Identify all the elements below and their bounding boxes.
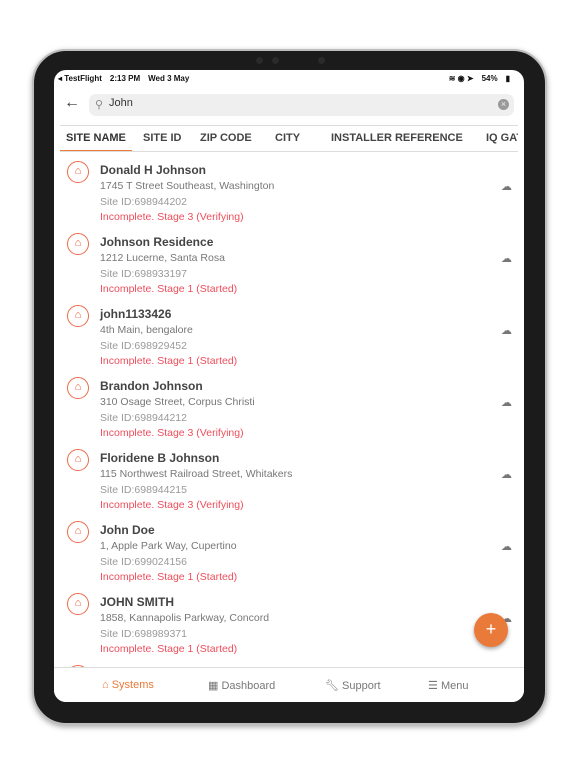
site-status: Incomplete. Stage 1 (Started) <box>100 283 238 295</box>
site-list-item[interactable]: ⌂ Floridene B Johnson 115 Northwest Rail… <box>54 442 524 514</box>
home-icon: ⌂ <box>67 377 89 399</box>
site-address: 115 Northwest Railroad Street, Whitakers <box>100 468 293 480</box>
tab-city[interactable]: CITY <box>275 132 300 144</box>
status-bar: ◂ TestFlight 2:13 PM Wed 3 May ≋ ◉ ➤ 54% ▮ <box>58 74 518 83</box>
cloud-alert-icon[interactable]: ☁ <box>501 396 512 409</box>
site-name: Brandon Johnson <box>100 379 203 393</box>
search-input[interactable] <box>109 97 489 109</box>
site-id: Site ID:698944215 <box>100 484 187 496</box>
site-id: Site ID:698929452 <box>100 340 187 352</box>
home-icon: ⌂ <box>67 233 89 255</box>
battery-level: 54% <box>481 74 498 83</box>
time: 2:13 PM <box>109 74 141 83</box>
site-address: 4th Main, bengalore <box>100 324 193 336</box>
nav-label: Menu <box>440 680 469 692</box>
cloud-alert-icon[interactable]: ☁ <box>501 252 512 265</box>
site-list-item[interactable]: ⌂ JOHN SMITH 1858, Kannapolis Parkway, C… <box>54 586 524 658</box>
bottom-nav: ⌂ Systems ▦ Dashboard 🔧︎ Support ☰ Menu <box>54 667 524 702</box>
carrier: ◂ TestFlight <box>58 74 102 83</box>
date: Wed 3 May <box>148 74 190 83</box>
site-address: 1212 Lucerne, Santa Rosa <box>100 252 225 264</box>
site-name: Johnson Residence <box>100 235 214 249</box>
back-arrow-icon[interactable]: ← <box>64 94 80 112</box>
nav-label: Systems <box>111 679 154 691</box>
site-status: Incomplete. Stage 3 (Verifying) <box>100 211 244 223</box>
cloud-alert-icon[interactable]: ☁ <box>501 180 512 193</box>
home-icon: ⌂ <box>67 449 89 471</box>
search-icon: ⚲ <box>95 99 104 111</box>
home-icon: ⌂ <box>67 593 89 615</box>
site-address: 1858, Kannapolis Parkway, Concord <box>100 612 270 624</box>
wrench-icon: 🔧︎ <box>325 680 339 692</box>
battery-icon: ▮ <box>505 74 510 83</box>
site-status: Incomplete. Stage 1 (Started) <box>100 571 238 583</box>
camera <box>272 57 279 64</box>
site-status: Incomplete. Stage 3 (Verifying) <box>100 499 244 511</box>
tab-installer-reference[interactable]: INSTALLER REFERENCE <box>331 132 463 144</box>
nav-dashboard[interactable]: ▦ Dashboard <box>208 679 275 692</box>
site-status: Incomplete. Stage 1 (Started) <box>100 355 238 367</box>
search-bar: ← ⚲ × <box>54 92 524 118</box>
camera <box>256 57 263 64</box>
site-list-item[interactable]: ⌂ Brandon Johnson 310 Osage Street, Corp… <box>54 370 524 442</box>
site-id: Site ID:698933197 <box>100 268 187 280</box>
site-name: john1133426 <box>100 307 172 321</box>
screen: ◂ TestFlight 2:13 PM Wed 3 May ≋ ◉ ➤ 54% ▮ ←… <box>54 70 524 702</box>
site-list-item[interactable]: ⌂ John Doe 1, Apple Park Way, Cupertino … <box>54 514 524 586</box>
tab-site-name[interactable]: SITE NAME <box>66 132 126 144</box>
tab-iq-gateway[interactable]: IQ GAT <box>486 132 518 144</box>
nav-label: Dashboard <box>221 680 276 692</box>
site-id: Site ID:698989371 <box>100 628 187 640</box>
site-list-item[interactable]: ⌂ Johnson Residence 1212 Lucerne, Santa … <box>54 226 524 298</box>
active-tab-indicator <box>60 150 132 151</box>
cloud-alert-icon[interactable]: ☁ <box>501 468 512 481</box>
nav-systems[interactable]: ⌂ Systems <box>102 679 154 691</box>
search-field: ⚲ × <box>89 94 514 116</box>
nav-support[interactable]: 🔧︎ Support <box>325 679 381 692</box>
clear-icon[interactable]: × <box>498 99 509 110</box>
site-id: Site ID:699024156 <box>100 556 187 568</box>
dashboard-icon: ▦ <box>208 680 219 692</box>
site-id: Site ID:698944212 <box>100 412 187 424</box>
home-icon: ⌂ <box>102 679 109 691</box>
site-name: JOHN SMITH <box>100 595 175 609</box>
nav-label: Support <box>342 680 381 692</box>
camera <box>318 57 325 64</box>
home-icon: ⌂ <box>67 521 89 543</box>
site-id: Site ID:698944202 <box>100 196 187 208</box>
home-icon: ⌂ <box>67 161 89 183</box>
site-address: 310 Osage Street, Corpus Christi <box>100 396 255 408</box>
tab-site-id[interactable]: SITE ID <box>143 132 182 144</box>
site-status: Incomplete. Stage 1 (Started) <box>100 643 238 655</box>
tab-zip-code[interactable]: ZIP CODE <box>200 132 252 144</box>
site-status: Incomplete. Stage 3 (Verifying) <box>100 427 244 439</box>
site-list-item[interactable]: ⌂ Donald H Johnson 1745 T Street Southea… <box>54 154 524 226</box>
filter-tabs: SITE NAME SITE ID ZIP CODE CITY INSTALLE… <box>60 125 518 152</box>
add-site-button[interactable]: + <box>474 613 508 647</box>
site-name: Donald H Johnson <box>100 163 206 177</box>
site-address: 1, Apple Park Way, Cupertino <box>100 540 237 552</box>
wifi-icon: ≋ ◉ ➤ <box>448 74 474 83</box>
nav-menu[interactable]: ☰ Menu <box>428 679 468 692</box>
cloud-alert-icon[interactable]: ☁ <box>501 540 512 553</box>
site-list-item[interactable]: ⌂ john1133426 4th Main, bengalore Site I… <box>54 298 524 370</box>
site-name: Floridene B Johnson <box>100 451 220 465</box>
site-address: 1745 T Street Southeast, Washington <box>100 180 275 192</box>
menu-icon: ☰ <box>428 680 438 692</box>
cloud-alert-icon[interactable]: ☁ <box>501 324 512 337</box>
home-icon: ⌂ <box>67 305 89 327</box>
site-name: John Doe <box>100 523 155 537</box>
